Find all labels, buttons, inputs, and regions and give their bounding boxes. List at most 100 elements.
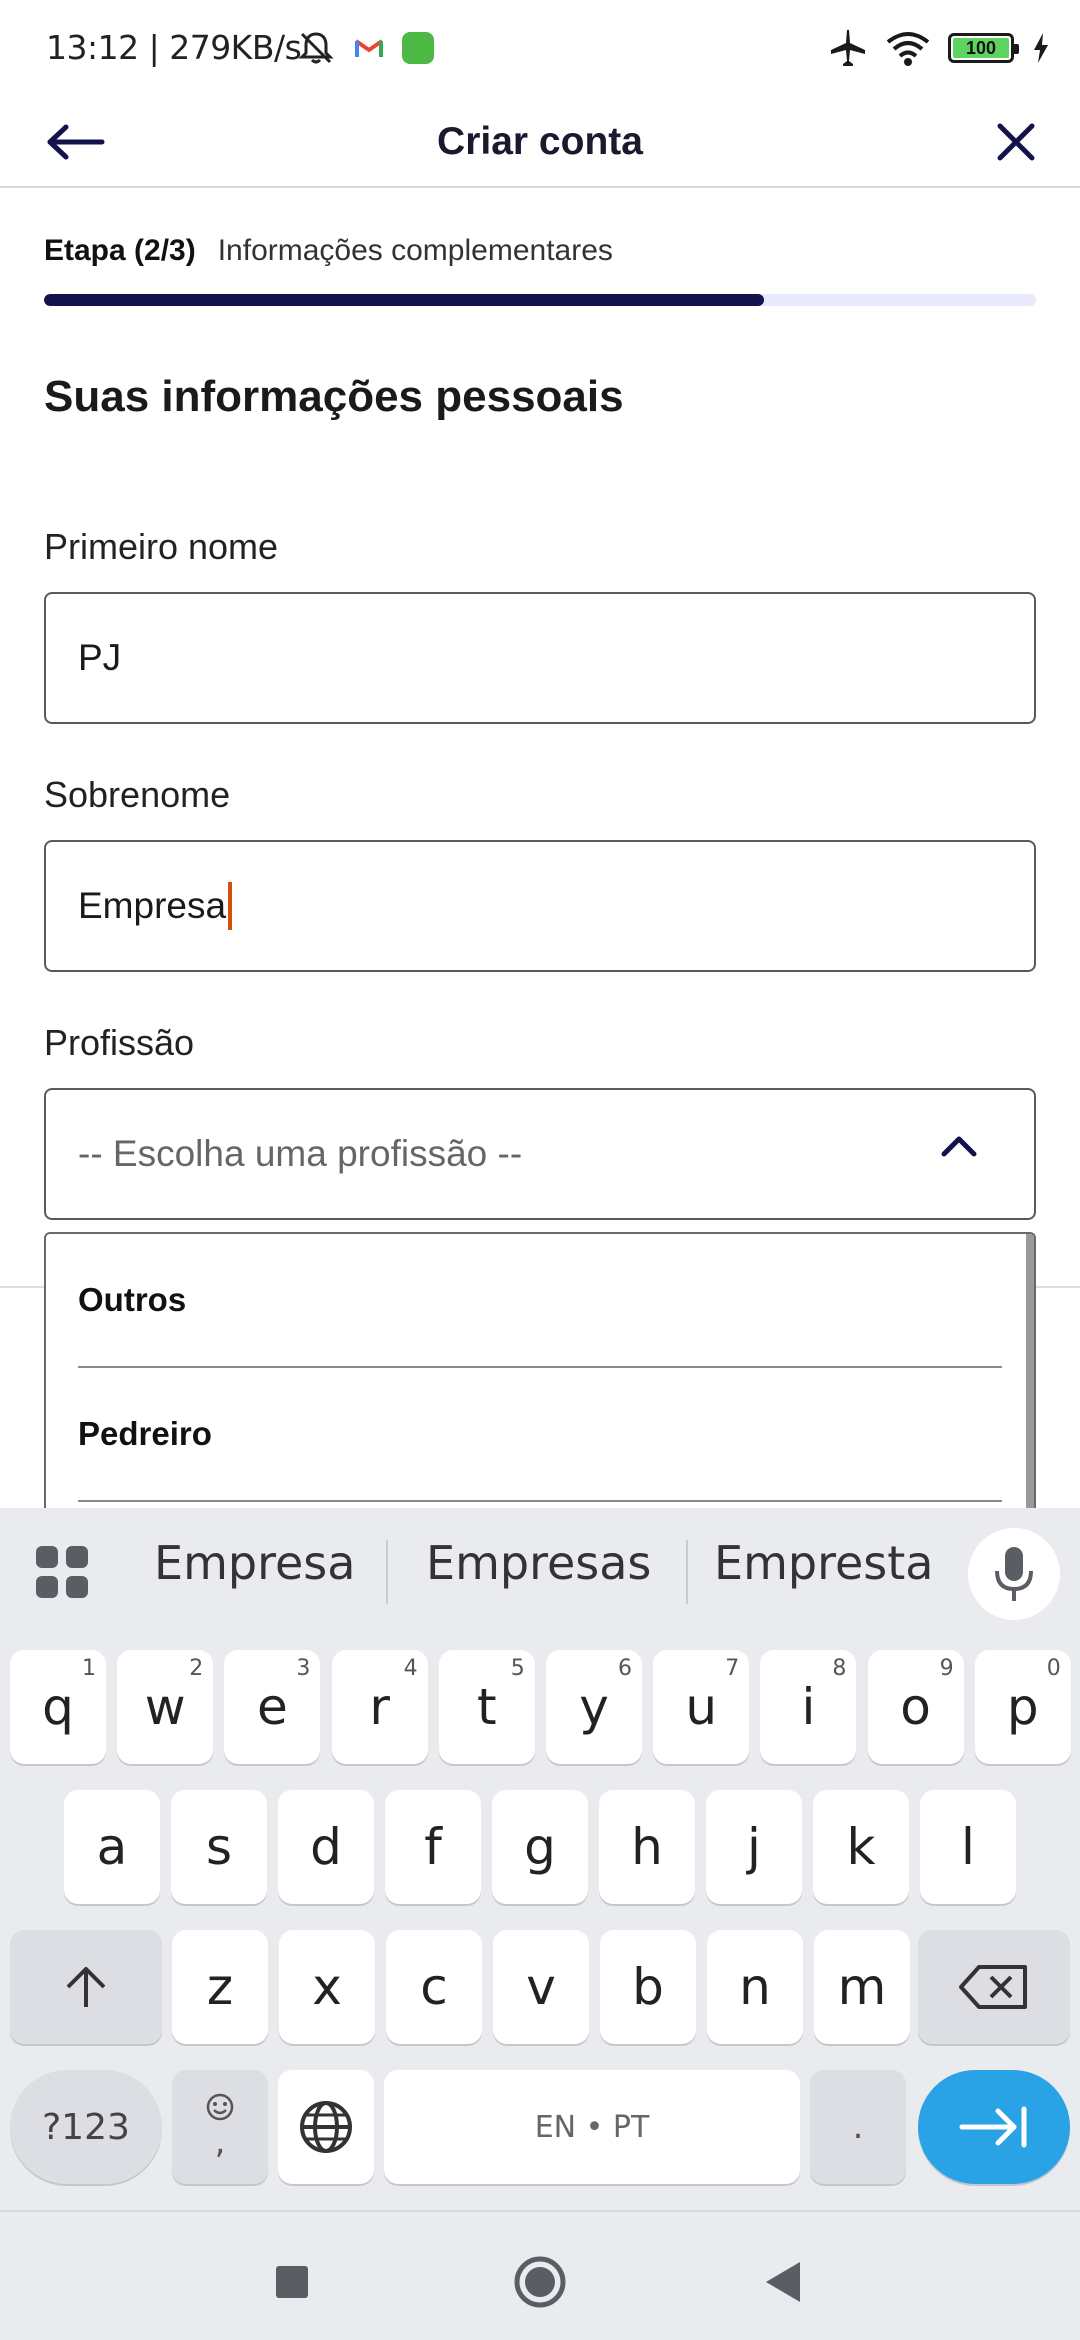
profession-select[interactable]: -- Escolha uma profissão -- [44, 1088, 1036, 1220]
key-d[interactable]: d [278, 1790, 374, 1904]
airplane-mode-icon [831, 30, 865, 66]
dropdown-option[interactable]: Pedreiro [78, 1368, 1002, 1502]
comma-label: , [214, 2122, 226, 2162]
battery-level: 100 [953, 38, 1009, 58]
key-s[interactable]: s [171, 1790, 267, 1904]
key-h[interactable]: h [599, 1790, 695, 1904]
key-n[interactable]: n [707, 1930, 803, 2044]
key-a[interactable]: a [64, 1790, 160, 1904]
key-number-hint: 6 [618, 1656, 632, 1681]
key-label: w [144, 1678, 186, 1736]
last-name-label: Sobrenome [44, 774, 231, 815]
progress-bar [44, 294, 1036, 306]
key-w[interactable]: w2 [117, 1650, 214, 1764]
key-o[interactable]: o9 [867, 1650, 964, 1764]
last-name-value: Empresa [78, 885, 227, 926]
app-notification-icon [402, 32, 434, 64]
app-header: Criar conta [0, 96, 1080, 188]
key-label: r [369, 1678, 390, 1736]
symbols-key[interactable]: ?123 [10, 2070, 162, 2184]
close-button[interactable] [980, 112, 1052, 172]
key-p[interactable]: p0 [974, 1650, 1071, 1764]
suggestion-divider [686, 1540, 688, 1604]
key-v[interactable]: v [493, 1930, 589, 2044]
page-title: Criar conta [437, 120, 643, 163]
key-number-hint: 9 [939, 1656, 954, 1681]
key-number-hint: 0 [1046, 1656, 1061, 1681]
first-name-value: PJ [78, 637, 122, 678]
backspace-key[interactable] [918, 1930, 1070, 2044]
emoji-icon [206, 2093, 234, 2121]
key-x[interactable]: x [279, 1930, 375, 2044]
triangle-back-icon [766, 2262, 800, 2302]
key-c[interactable]: c [386, 1930, 482, 2044]
status-icons-right: 100 [826, 28, 1050, 68]
dropdown-option-label: Outros [78, 1281, 187, 1318]
key-k[interactable]: k [813, 1790, 909, 1904]
dropdown-option-label: Pedreiro [78, 1415, 212, 1452]
recents-button[interactable] [262, 2252, 322, 2312]
dropdown-scrollbar[interactable] [1026, 1234, 1034, 1508]
key-z[interactable]: z [172, 1930, 268, 2044]
voice-input-button[interactable] [968, 1528, 1060, 1620]
enter-key[interactable] [918, 2070, 1070, 2184]
muted-bell-icon [298, 32, 334, 64]
microphone-icon [995, 1547, 1033, 1601]
close-icon [997, 123, 1035, 161]
battery-icon: 100 [948, 33, 1019, 63]
key-label: y [579, 1678, 609, 1736]
key-e[interactable]: e3 [224, 1650, 321, 1764]
key-b[interactable]: b [600, 1930, 696, 2044]
key-m[interactable]: m [814, 1930, 910, 2044]
progress-fill [44, 294, 764, 306]
space-key[interactable]: EN • PT [384, 2070, 800, 2184]
apps-grid-icon[interactable] [34, 1544, 90, 1600]
status-time: 13:12 | 279KB/s [46, 28, 302, 67]
key-label: o [900, 1678, 931, 1736]
key-number-hint: 2 [189, 1656, 204, 1681]
charging-icon [1034, 33, 1048, 63]
key-label: t [476, 1678, 497, 1736]
key-l[interactable]: l [920, 1790, 1016, 1904]
key-label: u [685, 1678, 718, 1736]
key-label: e [257, 1678, 288, 1736]
tab-next-icon [959, 2106, 1027, 2148]
key-g[interactable]: g [492, 1790, 588, 1904]
suggestion-divider [386, 1540, 388, 1604]
suggestion-3[interactable]: Empresta [714, 1536, 933, 1590]
profession-dropdown-list[interactable]: Outros Pedreiro [44, 1232, 1036, 1508]
key-r[interactable]: r4 [331, 1650, 428, 1764]
first-name-field[interactable]: PJ [44, 592, 1036, 724]
profession-placeholder: -- Escolha uma profissão -- [78, 1133, 523, 1174]
home-button[interactable] [510, 2252, 570, 2312]
key-j[interactable]: j [706, 1790, 802, 1904]
step-description: Informações complementares [217, 234, 613, 267]
back-nav-button[interactable] [754, 2252, 814, 2312]
key-i[interactable]: i8 [760, 1650, 857, 1764]
key-q[interactable]: q1 [10, 1650, 106, 1764]
key-label: p [1006, 1678, 1039, 1736]
period-key[interactable]: . [810, 2070, 906, 2184]
step-indicator: Etapa (2/3) Informações complementares [44, 234, 613, 268]
section-title: Suas informações pessoais [44, 372, 624, 421]
dropdown-option[interactable]: Outros [78, 1234, 1002, 1368]
key-number-hint: 7 [725, 1656, 740, 1681]
text-caret [228, 882, 233, 930]
key-t[interactable]: t5 [438, 1650, 535, 1764]
first-name-label: Primeiro nome [44, 526, 279, 567]
emoji-comma-key[interactable]: , [172, 2070, 268, 2184]
shift-key[interactable] [10, 1930, 162, 2044]
key-f[interactable]: f [385, 1790, 481, 1904]
suggestion-2[interactable]: Empresas [426, 1536, 651, 1590]
language-key[interactable] [278, 2070, 374, 2184]
step-label: Etapa (2/3) [44, 234, 196, 267]
suggestion-1[interactable]: Empresa [154, 1536, 355, 1590]
key-number-hint: 4 [403, 1656, 418, 1681]
key-y[interactable]: y6 [546, 1650, 642, 1764]
circle-icon [514, 2256, 566, 2308]
key-u[interactable]: u7 [653, 1650, 750, 1764]
profession-label: Profissão [44, 1022, 195, 1063]
suggestion-strip: Empresa Empresas Empresta [0, 1508, 1080, 1634]
last-name-field[interactable]: Empresa [44, 840, 1036, 972]
system-nav-bar [0, 2210, 1080, 2340]
